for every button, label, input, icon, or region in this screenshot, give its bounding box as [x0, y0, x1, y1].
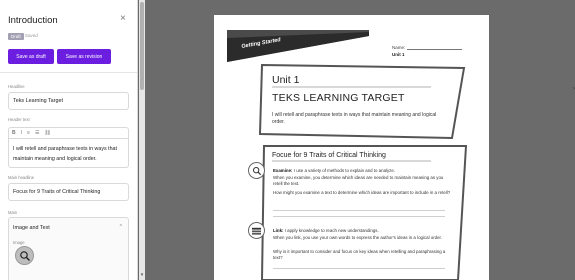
main-headline-input[interactable]: Focus for 9 Traits of Critical Thinking: [8, 183, 129, 201]
focus-title: Focue for 9 Traits of Critical Thinking: [272, 152, 386, 159]
unit-title: Unit 1: [272, 74, 300, 86]
image-thumbnail[interactable]: [15, 246, 34, 265]
main-section: Image and Text ^ Image: [8, 217, 129, 280]
italic-icon[interactable]: I: [21, 130, 22, 136]
answer-line: [273, 268, 445, 269]
magnifier-icon: [252, 166, 261, 175]
link-line-2: Why is it important to consider and focu…: [273, 249, 446, 261]
link-bullet: [248, 222, 265, 239]
teks-text: I will retell and paraphrase texts in wa…: [272, 112, 437, 125]
status-badge: Draft: [8, 33, 24, 40]
headline-input[interactable]: Teks Learning Target: [8, 92, 129, 110]
main-label: Main: [8, 210, 18, 215]
answer-line: [273, 210, 445, 211]
ordered-list-icon[interactable]: ≡: [27, 130, 30, 136]
magnifier-icon: [19, 250, 30, 261]
main-section-title[interactable]: Image and Text: [13, 225, 50, 231]
bullet-list-icon[interactable]: ☰: [35, 130, 39, 136]
panel-title: Introduction: [8, 15, 58, 26]
divider: [0, 72, 137, 73]
link-def-text: I apply knowledge to reach new understan…: [283, 228, 379, 233]
answer-line: [273, 216, 445, 217]
editor-panel: Introduction × Draft Saved Save as draft…: [0, 0, 138, 280]
unit-label-small: Unit 1: [392, 52, 405, 57]
header-text-label: Header text: [8, 117, 30, 122]
examine-line-2: How might you examine a text to determin…: [273, 190, 451, 195]
bold-icon[interactable]: B: [12, 130, 16, 136]
link-term: Link:: [273, 228, 284, 233]
chevron-up-icon[interactable]: ^: [120, 224, 122, 230]
link-definition: Link: I apply knowledge to reach new und…: [273, 228, 451, 234]
close-icon[interactable]: ×: [120, 13, 126, 25]
examine-bullet: [248, 162, 265, 179]
examine-line-1: When you examine, you determine which id…: [273, 175, 444, 187]
header-text-editor[interactable]: I will retell and paraphrase texts in wa…: [8, 138, 129, 168]
scrollbar-thumb[interactable]: [140, 2, 144, 90]
examine-def-text: I use a variety of methods to explain an…: [292, 168, 396, 173]
examine-term: Examine:: [273, 168, 293, 173]
teks-title: TEKS LEARNING TARGET: [272, 92, 405, 104]
name-line: [407, 49, 462, 50]
rich-text-toolbar: B I ≡ ☰ ⛓: [8, 127, 129, 138]
headline-label: Headline: [8, 84, 25, 89]
link-line-1: When you link, you use your own words to…: [273, 235, 442, 240]
link-icon[interactable]: ⛓: [44, 130, 50, 136]
name-label: Name:: [392, 45, 406, 50]
save-draft-button[interactable]: Save as draft: [8, 49, 54, 64]
books-icon: [252, 227, 261, 235]
scroll-down-icon[interactable]: ▾: [139, 272, 145, 278]
image-label: Image: [13, 240, 25, 245]
saved-status: Saved: [25, 33, 38, 38]
save-revision-button[interactable]: Save as revision: [57, 49, 111, 64]
main-headline-label: Main headline: [8, 175, 35, 180]
examine-definition: Examine: I use a variety of methods to e…: [273, 168, 451, 174]
